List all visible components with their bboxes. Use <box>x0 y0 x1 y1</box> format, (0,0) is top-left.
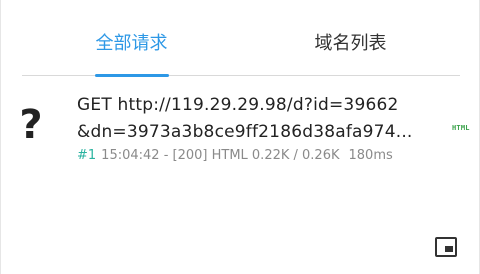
request-url-line-2: &dn=3973a3b8ce9ff2186d38afa974... <box>77 122 413 142</box>
tab-all-requests-label: 全部请求 <box>95 33 168 54</box>
request-list-item[interactable]: ? GET http://119.29.29.98/d?id=39662 &dn… <box>1 76 479 180</box>
request-url: GET http://119.29.29.98/d?id=39662 &dn=3… <box>77 92 443 146</box>
picture-in-picture-inner <box>445 246 453 252</box>
request-status: 15:04:42 - [200] HTML 0.22K / 0.26K <box>101 148 340 163</box>
request-meta: #1 15:04:42 - [200] HTML 0.22K / 0.26K 180… <box>77 147 393 165</box>
tab-all-requests[interactable]: 全部请求 <box>22 0 241 77</box>
html-type-badge: HTML <box>452 124 470 132</box>
app-window: 全部请求 域名列表 ? GET http://119.29.29.98/d?id… <box>0 0 480 274</box>
question-mark-icon: ? <box>19 102 43 148</box>
picture-in-picture-button[interactable] <box>435 237 457 257</box>
request-duration: 180ms <box>348 148 393 163</box>
request-index: #1 <box>77 148 97 163</box>
request-url-line-1: GET http://119.29.29.98/d?id=39662 <box>77 95 399 115</box>
tab-domain-list-label: 域名列表 <box>314 33 387 54</box>
tab-bar: 全部请求 域名列表 <box>22 0 460 77</box>
tab-domain-list[interactable]: 域名列表 <box>241 0 460 75</box>
